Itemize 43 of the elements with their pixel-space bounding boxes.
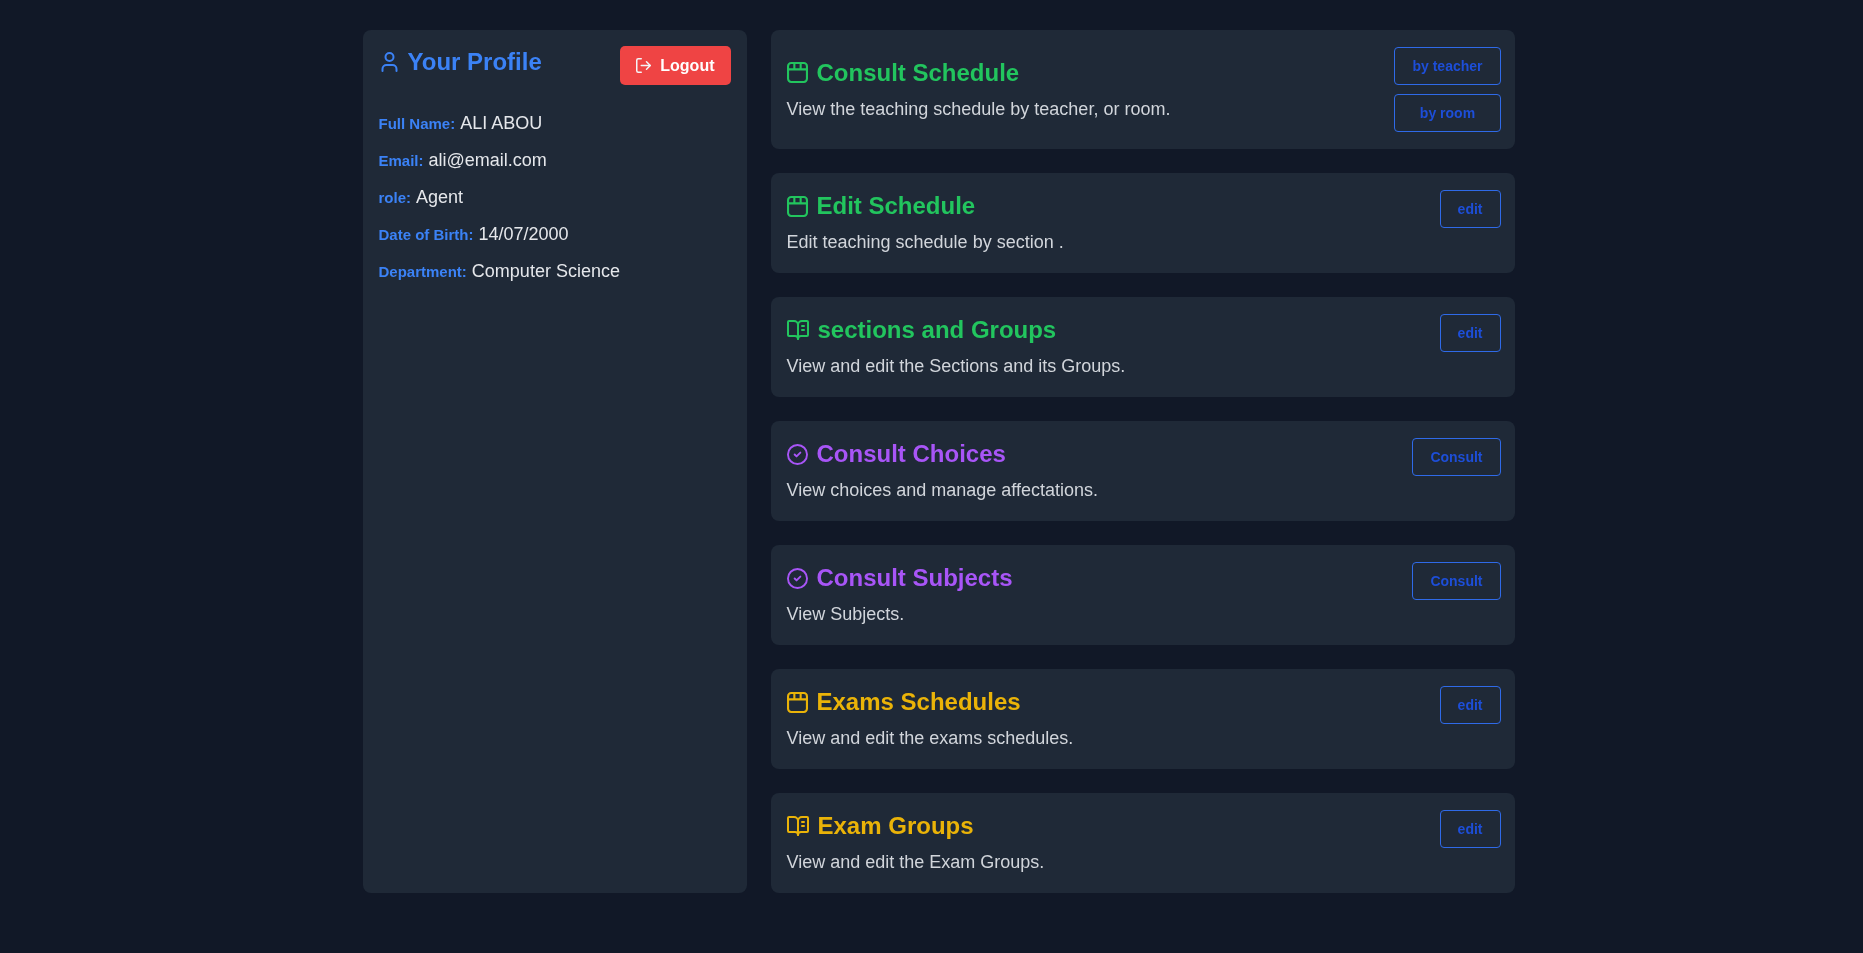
- field-label: Department:: [378, 263, 467, 280]
- card-description: View and edit the Exam Groups.: [786, 851, 1045, 874]
- check-circle-icon: [786, 443, 808, 465]
- calendar-icon: [786, 691, 808, 713]
- field-label: Date of Birth:: [378, 226, 474, 243]
- action-button[interactable]: by teacher: [1394, 47, 1501, 85]
- action-button[interactable]: by room: [1394, 94, 1501, 132]
- card-title: Consult Schedule: [816, 57, 1020, 88]
- card-description: Edit teaching schedule by section .: [786, 231, 1064, 254]
- card-description: View and edit the Sections and its Groups.: [786, 355, 1126, 378]
- field-label: role:: [378, 189, 411, 206]
- calendar-icon: [786, 62, 808, 83]
- open-book-icon: [786, 816, 809, 836]
- profile-title: Your Profile: [407, 47, 542, 77]
- action-button[interactable]: edit: [1439, 190, 1501, 228]
- card-title: Consult Subjects: [816, 563, 1013, 593]
- card-title: Exam Groups: [817, 811, 974, 841]
- logout-button[interactable]: Logout: [620, 46, 731, 85]
- field-label: Full Name:: [378, 115, 456, 132]
- open-book-icon: [786, 320, 809, 340]
- field-value: 14/07/2000: [478, 224, 569, 244]
- field-label: Email:: [378, 152, 424, 169]
- action-button[interactable]: edit: [1439, 314, 1501, 352]
- calendar-icon: [786, 195, 808, 217]
- action-button[interactable]: edit: [1439, 686, 1501, 724]
- field-value: ali@email.com: [428, 150, 547, 170]
- action-button[interactable]: Consult: [1412, 438, 1501, 476]
- card-description: View the teaching schedule by teacher, or room.: [786, 97, 1171, 121]
- field-value: Computer Science: [471, 261, 620, 281]
- action-button[interactable]: edit: [1439, 810, 1501, 848]
- check-circle-icon: [786, 567, 808, 589]
- logout-icon: [636, 58, 652, 73]
- field-value: ALI ABOU: [460, 113, 543, 133]
- card-description: View and edit the exams schedules.: [786, 727, 1074, 750]
- card-title: Consult Choices: [816, 439, 1006, 469]
- card-title: Edit Schedule: [816, 191, 976, 221]
- field-value: Agent: [416, 187, 464, 207]
- card-title: Exams Schedules: [816, 687, 1021, 717]
- action-button[interactable]: Consult: [1412, 562, 1501, 600]
- card-title: sections and Groups: [817, 315, 1057, 345]
- user-icon: [380, 52, 398, 72]
- card-description: View choices and manage affectations.: [786, 479, 1099, 502]
- card-description: View Subjects.: [786, 603, 906, 626]
